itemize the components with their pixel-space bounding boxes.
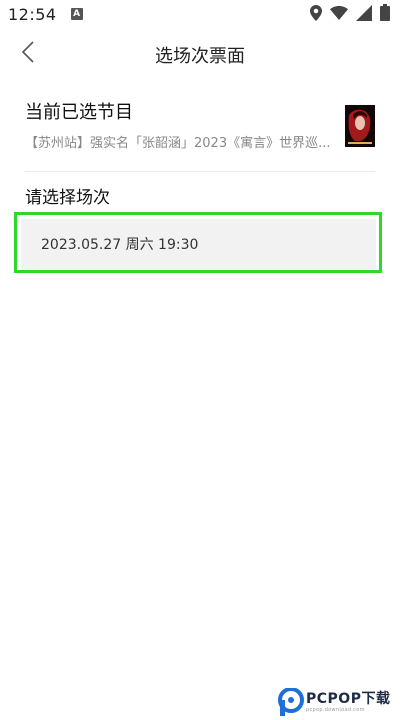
selected-program-heading: 当前已选节目	[25, 102, 133, 123]
watermark: PCPOP下载 pcpop.download.com	[278, 685, 398, 719]
pcpop-logo-icon	[278, 687, 304, 716]
wifi-icon	[330, 5, 348, 20]
status-indicators	[310, 4, 390, 21]
page-title: 选场次票面	[155, 46, 245, 67]
header: 选场次票面	[0, 28, 400, 80]
session-option[interactable]: 2023.05.27 周六 19:30	[21, 219, 376, 269]
signal-icon	[356, 4, 372, 21]
status-time: 12:54	[8, 4, 57, 24]
location-icon	[310, 4, 322, 21]
session-option-label: 2023.05.27 周六 19:30	[41, 237, 199, 253]
status-bar: 12:54 A	[0, 0, 400, 28]
selected-program-name: 【苏州站】强实名「张韶涵」2023《寓言》世界巡...	[25, 136, 331, 151]
watermark-subtext: pcpop.download.com	[306, 706, 365, 713]
watermark-brand: PCPOP下载	[306, 690, 391, 707]
selected-program-section: 当前已选节目 【苏州站】强实名「张韶涵」2023《寓言》世界巡...	[25, 102, 375, 172]
notification-icon: A	[70, 8, 83, 20]
battery-icon	[380, 4, 390, 21]
session-heading: 请选择场次	[25, 188, 110, 208]
program-poster[interactable]	[345, 105, 375, 147]
